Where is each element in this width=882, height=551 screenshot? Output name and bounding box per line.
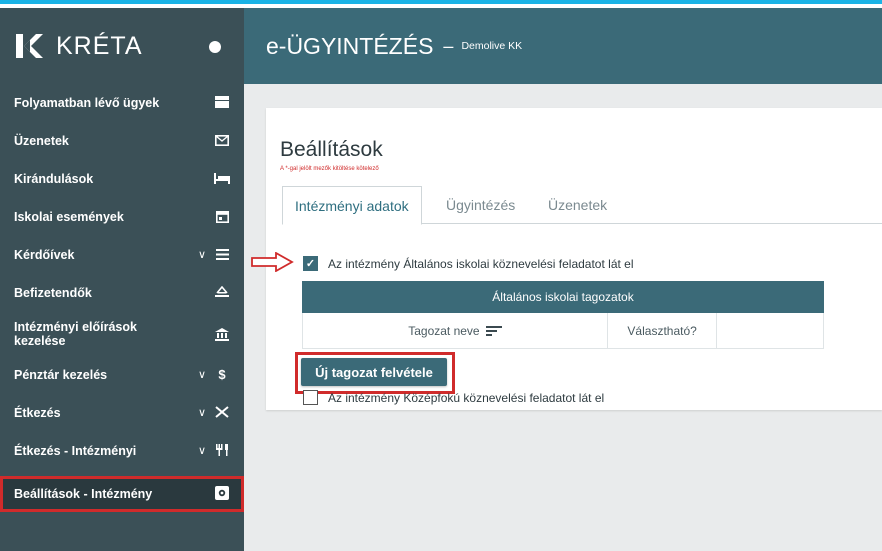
- main-content: Beállítások A *-gal jelölt mezők kitölté…: [244, 84, 882, 551]
- sidebar-item-label: Kirándulások: [14, 172, 94, 186]
- sidebar-item-kerdoivek[interactable]: Kérdőívek ∨: [0, 236, 244, 274]
- sidebar-item-label: Befizetendők: [14, 286, 92, 300]
- top-header: e-ÜGYINTÉZÉS – Demolive KK: [244, 8, 882, 84]
- tab-ugyintezes[interactable]: Ügyintézés: [434, 186, 527, 224]
- tab-uzenetek[interactable]: Üzenetek: [536, 186, 619, 224]
- sidebar-item-label: Intézményi előírások kezelése: [14, 320, 137, 348]
- primary-school-checkbox-row[interactable]: ✓ Az intézmény Általános iskolai közneve…: [303, 256, 634, 271]
- sidebar-item-uzenetek[interactable]: Üzenetek: [0, 122, 244, 160]
- secondary-school-checkbox-row[interactable]: Az intézmény Középfokú köznevelési felad…: [303, 390, 604, 405]
- sidebar-item-etkezes[interactable]: Étkezés ∨: [0, 394, 244, 432]
- settings-icon: [214, 485, 230, 501]
- stack-icon: [214, 94, 230, 110]
- header-separator: –: [443, 35, 454, 56]
- sidebar-item-label: Iskolai események: [14, 210, 124, 224]
- user-status-icon[interactable]: [209, 41, 221, 53]
- calendar-icon: [214, 208, 230, 224]
- column-label: Választható?: [627, 323, 697, 338]
- sidebar-item-folyamatban[interactable]: Folyamatban lévő ügyek: [0, 84, 244, 122]
- sidebar-item-label: Folyamatban lévő ügyek: [14, 96, 160, 110]
- column-actions: [717, 313, 823, 348]
- bed-icon: [214, 170, 230, 186]
- sidebar-item-label: Beállítások - Intézmény: [14, 487, 153, 501]
- cutlery-cross-icon: [214, 404, 230, 420]
- brand-name: KRÉTA: [56, 31, 143, 60]
- mail-icon: [214, 132, 230, 148]
- secondary-school-checkbox-label: Az intézmény Középfokú köznevelési felad…: [328, 390, 605, 405]
- table-header-row: Tagozat neve Választható?: [302, 313, 824, 349]
- dollar-icon: $: [218, 366, 226, 382]
- sidebar: KRÉTA Folyamatban lévő ügyek Üzenetek Ki…: [0, 8, 244, 551]
- chevron-down-icon: ∨: [197, 407, 206, 419]
- kreta-logo-icon: [16, 34, 43, 58]
- column-label: Tagozat neve: [408, 323, 480, 338]
- chevron-down-icon: ∨: [197, 369, 206, 381]
- primary-school-checkbox-label: Az intézmény Általános iskolai köznevelé…: [328, 256, 634, 271]
- checkbox-checked[interactable]: ✓: [303, 256, 318, 271]
- checkbox-unchecked[interactable]: [303, 390, 318, 405]
- cutlery-icon: [214, 442, 230, 458]
- table-title: Általános iskolai tagozatok: [302, 281, 824, 313]
- chevron-down-icon: ∨: [197, 445, 206, 457]
- new-tagozat-button[interactable]: Új tagozat felvétele: [301, 358, 447, 386]
- page-title: Beállítások: [280, 138, 383, 161]
- sidebar-item-befizetendok[interactable]: Befizetendők: [0, 274, 244, 312]
- sidebar-item-label: Étkezés - Intézményi: [14, 444, 137, 458]
- arrow-right-icon: [251, 252, 294, 272]
- sidebar-item-label: Kérdőívek: [14, 248, 75, 262]
- list-icon: [214, 246, 230, 262]
- sidebar-item-label: Étkezés: [14, 406, 61, 420]
- sidebar-item-beallitasok-intezmeny[interactable]: Beállítások - Intézmény: [0, 476, 244, 512]
- chevron-down-icon: ∨: [197, 249, 206, 261]
- institution-icon: [214, 326, 230, 342]
- scale-icon: [214, 284, 230, 300]
- sidebar-menu: Folyamatban lévő ügyek Üzenetek Kirándul…: [0, 84, 244, 512]
- sidebar-item-label: Üzenetek: [14, 134, 69, 148]
- sidebar-item-penztar[interactable]: Pénztár kezelés ∨ $: [0, 356, 244, 394]
- column-valaszthato[interactable]: Választható?: [608, 313, 718, 348]
- school-name: Demolive KK: [461, 40, 523, 52]
- brand[interactable]: KRÉTA: [0, 8, 244, 84]
- app-title: e-ÜGYINTÉZÉS: [266, 32, 434, 59]
- sidebar-item-etkezes-intezmenyi[interactable]: Étkezés - Intézményi ∨: [0, 432, 244, 470]
- sidebar-item-intezmenyi-eloirasok[interactable]: Intézményi előírások kezelése: [0, 312, 244, 356]
- sidebar-item-label: Pénztár kezelés: [14, 368, 108, 382]
- tab-intezmenyi-adatok[interactable]: Intézményi adatok: [282, 186, 422, 225]
- sidebar-item-iskolai-esemenyek[interactable]: Iskolai események: [0, 198, 244, 236]
- app-window: KRÉTA Folyamatban lévő ügyek Üzenetek Ki…: [0, 0, 882, 551]
- column-tagozat-neve[interactable]: Tagozat neve: [303, 313, 608, 348]
- tab-bar: Intézményi adatok Ügyintézés Üzenetek: [282, 186, 882, 225]
- required-note: A *-gal jelölt mezők kitöltése kötelező: [280, 166, 379, 172]
- settings-card: Beállítások A *-gal jelölt mezők kitölté…: [251, 108, 882, 410]
- sidebar-item-kirandulasok[interactable]: Kirándulások: [0, 160, 244, 198]
- sort-icon[interactable]: [485, 325, 502, 336]
